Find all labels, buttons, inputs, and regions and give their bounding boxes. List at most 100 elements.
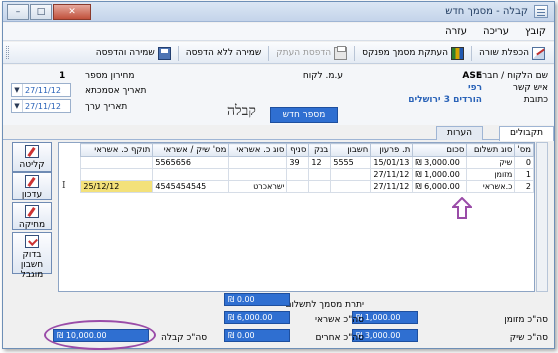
minimize-button[interactable]: –	[7, 4, 29, 20]
toolbar: הכפלת שורה העתקת מסמך מפנקס הדפסת העתק ש…	[3, 42, 554, 64]
cell-bank[interactable]	[308, 180, 332, 193]
col-account[interactable]: חשבון	[330, 143, 372, 157]
receipt-total-label: סה"כ קבלה	[161, 333, 208, 343]
cell-amount[interactable]: ₪ 6,000.00	[412, 180, 468, 193]
save-no-print-button[interactable]: שמירה ללא הדפסה	[183, 45, 265, 61]
document-number-field[interactable]: מספר חדש	[270, 107, 338, 123]
table-header-row: מס' סוג תשלום סכום ת. פרעון חשבון בנק סנ…	[80, 143, 534, 157]
pricelist-label: מחירון מספר	[85, 71, 135, 81]
chevron-down-icon[interactable]: ▼	[12, 84, 23, 96]
check-restricted-account-button[interactable]: בדוק חשבון מוגבל	[12, 232, 52, 280]
cell-number[interactable]: 2	[514, 180, 534, 193]
menu-edit[interactable]: עריכה	[483, 26, 509, 37]
cell-number[interactable]: 1	[514, 168, 534, 181]
col-check-number[interactable]: מס' שיק / אשראי	[152, 143, 230, 157]
printer-icon	[334, 45, 348, 60]
close-button[interactable]: ✕	[53, 4, 91, 20]
cell-payment-type[interactable]: כ.אשראי	[466, 180, 516, 193]
cell-number[interactable]: 0	[514, 156, 534, 169]
pen-icon	[25, 205, 39, 218]
receipt-entry-label: קליטה	[19, 160, 45, 170]
cell-bank[interactable]	[308, 168, 332, 181]
cell-check-number[interactable]: 4545454545	[152, 180, 230, 193]
col-bank[interactable]: בנק	[308, 143, 332, 157]
delete-label: מחיקה	[18, 220, 46, 230]
cell-credit-type[interactable]	[228, 156, 288, 169]
table-row[interactable]: 2 כ.אשראי ₪ 6,000.00 27/11/12 ישראכרט 45…	[80, 180, 534, 193]
address-label: כתובת	[523, 95, 548, 105]
cell-payment-type[interactable]: מזומן	[466, 168, 516, 181]
address-value[interactable]: הורדים 3 ירושלים	[408, 95, 482, 105]
print-copy-button[interactable]: הדפסת העתק	[273, 45, 350, 61]
update-button[interactable]: עדכון	[12, 172, 52, 200]
menu-file[interactable]: קובץ	[525, 26, 546, 37]
toolbar-grip[interactable]	[6, 46, 9, 59]
ref-date-picker[interactable]: ▼ 27/11/12	[11, 83, 71, 97]
pricelist-value[interactable]: 1	[59, 71, 65, 81]
check-label-2: חשבון	[20, 260, 44, 270]
cell-due-date[interactable]: 27/11/12	[370, 168, 414, 181]
receipt-entry-button[interactable]: קליטה	[12, 142, 52, 172]
chevron-down-icon[interactable]: ▼	[12, 100, 23, 112]
toolbar-separator	[268, 45, 270, 61]
col-payment-type[interactable]: סוג תשלום	[466, 143, 516, 157]
save-no-print-label: שמירה ללא הדפסה	[185, 48, 262, 58]
cell-account[interactable]	[330, 180, 372, 193]
credit-total-label: סה"כ אשראי	[315, 315, 364, 325]
cell-credit-expiry-editing[interactable]: 25/12/12	[80, 180, 154, 193]
cell-amount[interactable]: ₪ 1,000.00	[412, 168, 468, 181]
col-number[interactable]: מס'	[514, 143, 534, 157]
value-date-picker[interactable]: ▼ 27/11/12	[11, 99, 71, 113]
cell-credit-type[interactable]	[228, 168, 288, 181]
delete-button[interactable]: מחיקה	[12, 202, 52, 230]
cell-bank[interactable]: 12	[308, 156, 332, 169]
menu-help[interactable]: עזרה	[445, 26, 467, 37]
contact-value[interactable]: רפי	[468, 83, 482, 93]
update-label: עדכון	[21, 190, 43, 200]
vertical-scrollbar[interactable]	[536, 142, 548, 292]
value-date-value: 27/11/12	[25, 101, 61, 111]
tab-payments[interactable]: תקבולים	[498, 126, 554, 141]
cell-account[interactable]: 5555	[330, 156, 372, 169]
col-due-date[interactable]: ת. פרעון	[370, 143, 414, 157]
tab-notes[interactable]: הערות	[436, 126, 483, 140]
annotation-ellipse	[44, 320, 156, 350]
col-credit-expiry[interactable]: תוקף כ. אשראי	[80, 143, 154, 157]
save-print-label: שמירה והדפסה	[95, 48, 155, 58]
window-title: קבלה - מסמך חדש	[445, 6, 528, 17]
cell-payment-type[interactable]: שיק	[466, 156, 516, 169]
col-branch[interactable]: סניף	[286, 143, 310, 157]
customer-value[interactable]: ASE	[462, 71, 482, 81]
col-amount[interactable]: סכום	[412, 143, 468, 157]
annotation-arrow-icon	[452, 197, 472, 219]
table-row[interactable]: 0 שיק ₪ 3,000.00 15/01/13 5555 12 39 556…	[80, 156, 534, 169]
col-credit-type[interactable]: סוג כ. אשראי	[228, 143, 288, 157]
cell-branch[interactable]	[286, 180, 310, 193]
cell-credit-type[interactable]: ישראכרט	[228, 180, 288, 193]
copy-row-label: הכפלת שורה	[479, 48, 529, 58]
check-total-label: סה"כ שיק	[509, 333, 548, 343]
maximize-button[interactable]: □	[30, 4, 52, 20]
cell-credit-expiry[interactable]	[80, 168, 154, 181]
table-row[interactable]: 1 מזומן ₪ 1,000.00 27/11/12	[80, 168, 534, 181]
pen-icon	[25, 175, 39, 188]
cell-check-number[interactable]: 5565656	[152, 156, 230, 169]
copy-from-pad-label: העתקת מסמך מפנקס	[362, 48, 449, 58]
cell-account[interactable]	[330, 168, 372, 181]
value-date-label: תאריך ערך	[85, 102, 128, 112]
save-print-button[interactable]: שמירה והדפסה	[93, 45, 174, 61]
copy-row-button[interactable]: הכפלת שורה	[476, 45, 548, 61]
vat-label: ע.מ. לקוח	[302, 71, 343, 81]
save-icon	[157, 46, 171, 60]
cell-due-date[interactable]: 27/11/12	[370, 180, 414, 193]
cell-check-number[interactable]	[152, 168, 230, 181]
cell-branch[interactable]	[286, 168, 310, 181]
cell-due-date[interactable]: 15/01/13	[370, 156, 414, 169]
check-label-3: מוגבל	[20, 270, 44, 280]
title-bar: קבלה - מסמך חדש – □ ✕	[3, 2, 554, 22]
copy-from-pad-button[interactable]: העתקת מסמך מפנקס	[359, 45, 467, 61]
cell-amount[interactable]: ₪ 3,000.00	[412, 156, 468, 169]
customer-label: שם הלקוח / חברה	[476, 71, 548, 81]
cell-credit-expiry[interactable]	[80, 156, 154, 169]
cell-branch[interactable]: 39	[286, 156, 310, 169]
